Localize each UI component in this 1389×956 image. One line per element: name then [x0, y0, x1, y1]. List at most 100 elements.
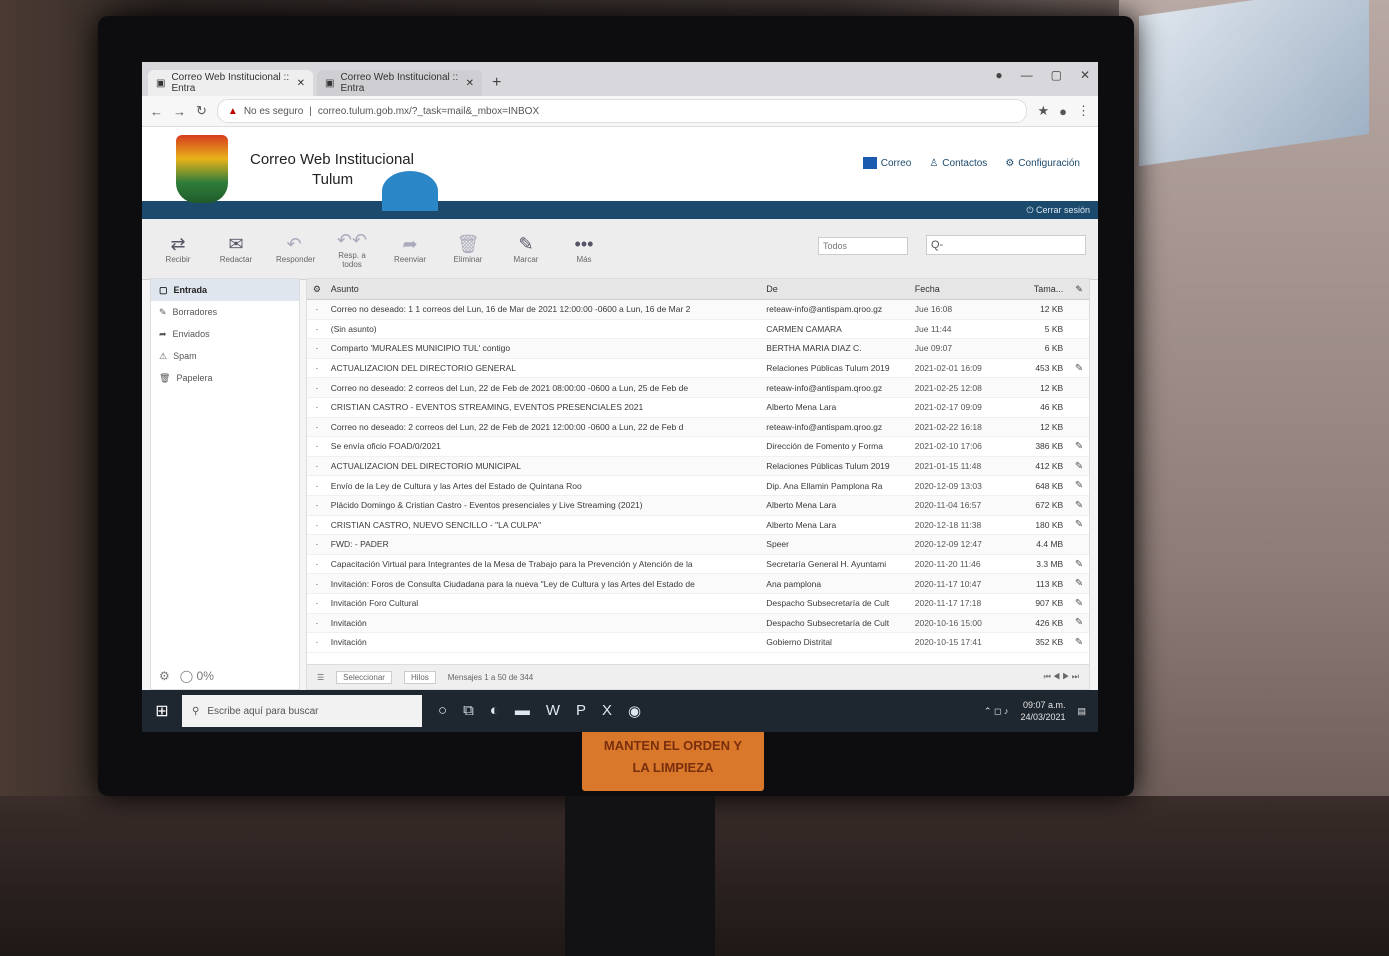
- chrome-icon[interactable]: ◉: [628, 702, 641, 720]
- new-tab-button[interactable]: +: [486, 74, 507, 96]
- row-subject: Invitación: [330, 637, 367, 648]
- clock[interactable]: 09:07 a.m. 24/03/2021: [1020, 699, 1065, 723]
- maximize-icon[interactable]: ▢: [1051, 68, 1062, 82]
- row-from: reteaw-info@antispam.qroo.gz: [766, 304, 883, 315]
- favicon-icon: ▣: [325, 77, 335, 89]
- first-page-icon[interactable]: ⏮: [1044, 672, 1051, 681]
- threads-dropdown[interactable]: Hilos: [403, 670, 436, 684]
- toolbar-forward-button[interactable]: ➦ Reenviar: [392, 234, 428, 264]
- menu-kebab-icon[interactable]: ⋮: [1077, 103, 1090, 119]
- folder-trash[interactable]: 🗑 Papelera: [151, 367, 299, 389]
- row-from: Despacho Subsecretaría de Cult: [766, 598, 890, 609]
- table-row[interactable]: · Comparto 'MURALES MUNICIPIO TUL' conti…: [307, 339, 1089, 359]
- profile-dot-icon[interactable]: ●: [995, 68, 1002, 82]
- table-row[interactable]: · FWD: - PADER Speer 2020-12-09 12:47 4.…: [307, 535, 1089, 555]
- nav-mail[interactable]: Correo: [862, 157, 911, 169]
- url-input[interactable]: ▲ No es seguro | correo.tulum.gob.mx/?_t…: [216, 99, 1028, 123]
- list-options-icon[interactable]: ⚙: [307, 284, 327, 295]
- table-row[interactable]: · Plácido Domingo & Cristian Castro - Ev…: [307, 495, 1089, 516]
- table-row[interactable]: · ACTUALIZACION DEL DIRECTORIO MUNICIPAL…: [307, 456, 1089, 477]
- table-row[interactable]: · Invitación Despacho Subsecretaría de C…: [307, 613, 1089, 634]
- powerpoint-icon[interactable]: P: [576, 702, 586, 720]
- tab-label: Correo Web Institucional :: Entra: [340, 72, 459, 94]
- nav-settings[interactable]: ⚙ Configuración: [1005, 157, 1080, 169]
- toolbar-reply-button[interactable]: ↶ Responder: [276, 234, 315, 264]
- account-icon[interactable]: ●: [1059, 104, 1067, 119]
- bookmark-star-icon[interactable]: ★: [1037, 103, 1049, 119]
- table-row[interactable]: · Invitación: Foros de Consulta Ciudadan…: [307, 574, 1089, 594]
- last-page-icon[interactable]: ⏭: [1072, 672, 1079, 681]
- row-status-icon: ·: [315, 323, 319, 334]
- message-rows: · Correo no deseado: 1 1 correos del Lun…: [307, 300, 1089, 653]
- attachment-column-icon: ✎: [1075, 283, 1083, 294]
- prev-page-icon[interactable]: ◀: [1053, 672, 1060, 681]
- filter-select[interactable]: Todos: [818, 237, 908, 255]
- excel-icon[interactable]: X: [602, 702, 612, 720]
- row-size: 180 KB: [1035, 519, 1064, 530]
- table-row[interactable]: · CRISTIAN CASTRO, NUEVO SENCILLO - "LA …: [307, 516, 1089, 536]
- folder-settings-gear-icon[interactable]: ⚙: [159, 669, 170, 683]
- column-from[interactable]: De: [766, 284, 914, 294]
- row-status-icon: ·: [315, 441, 319, 452]
- table-row[interactable]: · ACTUALIZACION DEL DIRECTORIO GENERAL R…: [307, 359, 1089, 379]
- next-page-icon[interactable]: ▶: [1062, 672, 1069, 681]
- file-explorer-icon[interactable]: ▬: [515, 702, 530, 720]
- folder-drafts[interactable]: ✎ Borradores: [151, 301, 299, 323]
- toolbar-delete-button[interactable]: 🗑 Eliminar: [450, 234, 486, 264]
- notifications-icon[interactable]: ▤: [1077, 705, 1086, 717]
- close-tab-icon[interactable]: ✕: [466, 78, 474, 89]
- select-dropdown[interactable]: Seleccionar: [336, 670, 392, 684]
- task-view-icon[interactable]: ⧉: [463, 702, 474, 720]
- table-row[interactable]: · Invitación Foro Cultural Despacho Subs…: [307, 594, 1089, 614]
- column-size[interactable]: Tama...: [1004, 284, 1069, 294]
- table-row[interactable]: · Correo no deseado: 2 correos del Lun, …: [307, 378, 1089, 398]
- folder-sent[interactable]: ➦ Enviados: [151, 323, 299, 345]
- back-icon[interactable]: ←: [150, 104, 163, 119]
- column-subject[interactable]: Asunto: [327, 284, 766, 294]
- reload-icon[interactable]: ↻: [196, 103, 207, 119]
- column-date[interactable]: Fecha: [915, 284, 1004, 294]
- table-row[interactable]: · Correo no deseado: 1 1 correos del Lun…: [307, 300, 1089, 320]
- cortana-icon[interactable]: ○: [438, 702, 447, 720]
- minimize-icon[interactable]: —: [1021, 68, 1033, 82]
- attachment-icon: ✎: [1074, 440, 1084, 452]
- toolbar-mark-button[interactable]: ✎ Marcar: [508, 234, 544, 264]
- row-size: 352 KB: [1035, 637, 1064, 648]
- browser-tab-2[interactable]: ▣ Correo Web Institucional :: Entra ✕: [317, 70, 482, 96]
- row-date: Jue 16:08: [914, 304, 953, 315]
- tab-label: Correo Web Institucional :: Entra: [171, 72, 290, 94]
- tray-icons[interactable]: ⌃ ◻ ♪: [984, 705, 1009, 717]
- toolbar-compose-button[interactable]: ✉ Redactar: [218, 234, 254, 264]
- toolbar-receive-button[interactable]: ⇄ Recibir: [160, 234, 196, 264]
- table-row[interactable]: · Correo no deseado: 2 correos del Lun, …: [307, 417, 1089, 438]
- row-status-icon: ·: [315, 343, 319, 354]
- edge-icon[interactable]: ◐: [490, 702, 499, 720]
- folder-inbox[interactable]: ▢ Entrada: [151, 279, 299, 301]
- browser-tab-1[interactable]: ▣ Correo Web Institucional :: Entra ✕: [148, 70, 313, 96]
- word-icon[interactable]: W: [546, 702, 560, 720]
- toolbar-more-button[interactable]: ••• Más: [566, 234, 602, 264]
- row-size: 12 KB: [1040, 421, 1064, 432]
- table-row[interactable]: · CRISTIAN CASTRO - EVENTOS STREAMING, E…: [307, 398, 1089, 418]
- table-row[interactable]: · Envío de la Ley de Cultura y las Artes…: [307, 476, 1089, 496]
- row-date: 2020-11-17 17:18: [914, 598, 982, 609]
- search-input[interactable]: Q-: [926, 235, 1086, 255]
- windows-start-icon[interactable]: ⊞: [142, 701, 182, 721]
- attachment-icon: ✎: [1074, 362, 1084, 374]
- table-row[interactable]: · Capacitación Virtual para Integrantes …: [307, 555, 1089, 575]
- nav-contacts[interactable]: ♙ Contactos: [929, 157, 987, 169]
- list-menu-icon[interactable]: ☰: [317, 673, 324, 682]
- row-subject: ACTUALIZACION DEL DIRECTORIO MUNICIPAL: [330, 461, 521, 472]
- folder-spam[interactable]: ⚠ Spam: [151, 345, 299, 367]
- table-row[interactable]: · Se envía oficio FOAD/0/2021 Dirección …: [307, 437, 1089, 457]
- taskbar-search-input[interactable]: ⚲ Escribe aquí para buscar: [182, 695, 422, 727]
- close-window-icon[interactable]: ✕: [1080, 68, 1090, 82]
- row-status-icon: ·: [315, 480, 319, 491]
- close-tab-icon[interactable]: ✕: [297, 78, 305, 89]
- table-row[interactable]: · Invitación Gobierno Distrital 2020-10-…: [307, 633, 1089, 653]
- logout-link[interactable]: ⏻ Cerrar sesión: [1026, 205, 1090, 216]
- row-date: 2021-02-17 09:09: [914, 402, 982, 413]
- toolbar-reply-all-button[interactable]: ↶↶ Resp. a todos: [334, 230, 370, 269]
- table-row[interactable]: · (Sin asunto) CARMEN CAMARA Jue 11:44 5…: [307, 320, 1089, 340]
- forward-icon[interactable]: →: [173, 104, 186, 119]
